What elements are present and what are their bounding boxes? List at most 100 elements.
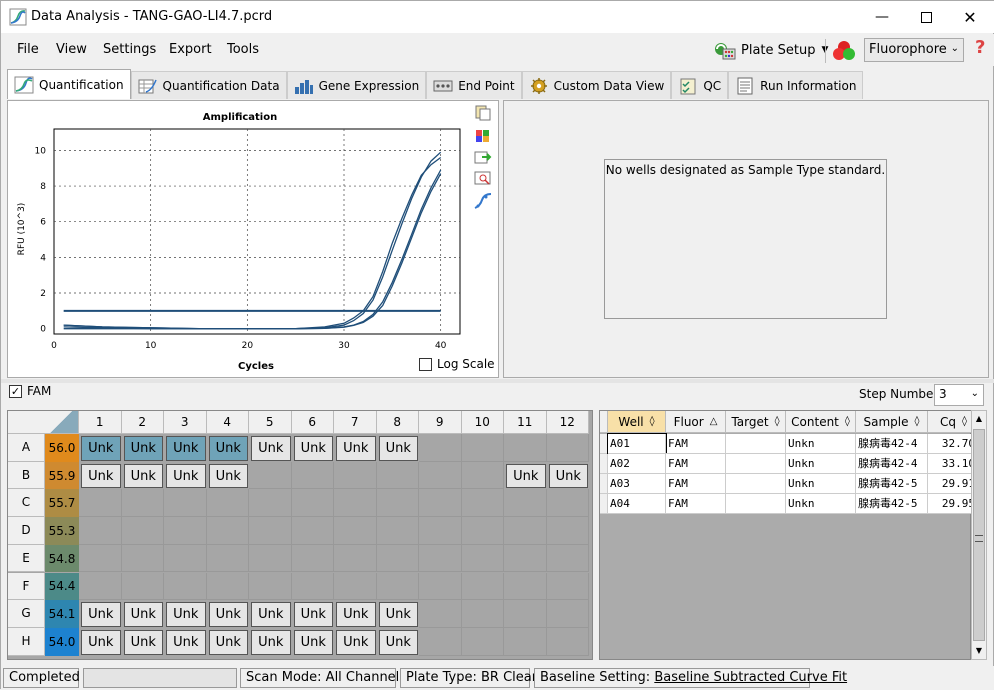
menu-settings[interactable]: Settings — [103, 42, 156, 57]
plate-row-header[interactable]: A — [8, 434, 45, 462]
plate-well-empty[interactable] — [79, 544, 122, 573]
plate-well-empty[interactable] — [291, 461, 334, 490]
plate-well-empty[interactable] — [461, 489, 504, 518]
tab-quantification-data[interactable]: Quantification Data — [130, 71, 287, 99]
fam-filter[interactable]: ✓ FAM — [9, 384, 51, 398]
plate-well-empty[interactable] — [249, 489, 292, 518]
plate-well-empty[interactable] — [249, 461, 292, 490]
plate-column-header[interactable]: 12 — [546, 411, 589, 434]
plate-row-header[interactable]: C — [8, 489, 45, 518]
plate-well-empty[interactable] — [376, 461, 419, 490]
menu-tools[interactable]: Tools — [227, 42, 259, 57]
table-cell-sample[interactable]: 腺病毒42-5 — [856, 494, 928, 514]
plate-well[interactable]: Unk — [123, 463, 163, 489]
plate-well-empty[interactable] — [121, 517, 164, 545]
plate-row-header[interactable]: F — [8, 572, 45, 601]
step-number-select[interactable]: 3 ⌄ — [934, 384, 984, 406]
plate-well-empty[interactable] — [291, 572, 334, 601]
menu-export[interactable]: Export — [169, 42, 212, 57]
plate-well-empty[interactable] — [249, 572, 292, 601]
plate-well-empty[interactable] — [376, 517, 419, 545]
plate-well-empty[interactable] — [419, 461, 462, 490]
plate-well-empty[interactable] — [461, 517, 504, 545]
log-scale-checkbox[interactable] — [419, 357, 432, 371]
plate-well-empty[interactable] — [419, 517, 462, 545]
plate-well-empty[interactable] — [461, 572, 504, 601]
plate-well[interactable]: Unk — [81, 463, 121, 489]
plate-well[interactable]: Unk — [378, 602, 418, 627]
plate-column-header[interactable]: 10 — [461, 411, 504, 434]
column-header[interactable]: Well ◊ — [608, 411, 666, 433]
plate-well[interactable]: Unk — [208, 602, 248, 627]
plate-row-header[interactable]: H — [8, 627, 45, 656]
fluorophore-select[interactable]: Fluorophore ⌄ — [864, 38, 964, 62]
plate-well-empty[interactable] — [419, 544, 462, 573]
plate-well-empty[interactable] — [504, 434, 547, 462]
plate-well[interactable]: Unk — [208, 629, 248, 655]
table-cell-content[interactable]: Unkn — [786, 494, 856, 514]
plate-well-empty[interactable] — [206, 544, 249, 573]
plate-well-empty[interactable] — [291, 489, 334, 518]
table-cell-well[interactable]: A03 — [608, 474, 666, 494]
table-cell-target[interactable] — [726, 494, 786, 514]
scroll-down-icon[interactable]: ▼ — [972, 643, 986, 659]
plate-well-empty[interactable] — [419, 572, 462, 601]
column-header[interactable]: Fluor △ — [666, 411, 726, 433]
plate-well[interactable]: Unk — [166, 602, 206, 627]
plate-well[interactable]: Unk — [251, 602, 291, 627]
plate-row-header[interactable]: D — [8, 517, 45, 545]
plate-row-header[interactable]: G — [8, 600, 45, 628]
plate-column-header[interactable]: 3 — [164, 411, 207, 434]
plate-well[interactable]: Unk — [81, 602, 121, 627]
close-button[interactable]: ✕ — [947, 1, 993, 33]
table-cell-content[interactable]: Unkn — [786, 454, 856, 474]
table-cell-fluor[interactable]: FAM — [666, 474, 726, 494]
plate-well[interactable]: Unk — [293, 629, 333, 655]
plate-well[interactable]: Unk — [293, 602, 333, 627]
copy-icon[interactable] — [474, 105, 492, 121]
plate-well-empty[interactable] — [504, 544, 547, 573]
menu-file[interactable]: File — [17, 42, 39, 57]
plate-column-header[interactable]: 8 — [376, 411, 419, 434]
plate-well-empty[interactable] — [164, 572, 207, 601]
column-header[interactable]: Sample ◊ — [856, 411, 928, 433]
plate-column-header[interactable]: 11 — [504, 411, 547, 434]
plate-well-empty[interactable] — [546, 434, 589, 462]
plate-well-empty[interactable] — [79, 572, 122, 601]
minimize-button[interactable]: — — [859, 1, 905, 33]
table-cell-content[interactable]: Unkn — [786, 434, 856, 454]
results-scrollbar[interactable]: ▲ ▼ — [971, 410, 987, 660]
plate-well-empty[interactable] — [121, 544, 164, 573]
plate-well[interactable]: Unk — [336, 436, 376, 461]
table-cell-target[interactable] — [726, 474, 786, 494]
plate-corner[interactable] — [8, 411, 79, 434]
plate-well-empty[interactable] — [334, 461, 377, 490]
table-cell-fluor[interactable]: FAM — [666, 454, 726, 474]
menu-view[interactable]: View — [56, 42, 87, 57]
plate-column-header[interactable]: 5 — [249, 411, 292, 434]
plate-well[interactable]: Unk — [166, 436, 206, 461]
plate-well-empty[interactable] — [206, 489, 249, 518]
tab-end-point[interactable]: End Point — [426, 71, 522, 99]
plate-well-empty[interactable] — [546, 627, 589, 656]
plate-column-header[interactable]: 4 — [206, 411, 249, 434]
table-cell-sample[interactable]: 腺病毒42-5 — [856, 474, 928, 494]
table-cell-target[interactable] — [726, 454, 786, 474]
plate-well-empty[interactable] — [546, 572, 589, 601]
chart-color-icon[interactable] — [474, 127, 492, 143]
plate-well-empty[interactable] — [419, 489, 462, 518]
plate-well[interactable]: Unk — [123, 602, 163, 627]
scroll-up-icon[interactable]: ▲ — [972, 411, 986, 427]
traffic-light-icon[interactable] — [831, 38, 857, 62]
table-cell-fluor[interactable]: FAM — [666, 494, 726, 514]
zoom-chart-icon[interactable] — [474, 171, 492, 187]
plate-well-empty[interactable] — [164, 489, 207, 518]
plate-well[interactable]: Unk — [208, 436, 248, 461]
table-row[interactable]: A04 FAM Unkn 腺病毒42-5 29.95 — [600, 494, 980, 514]
plate-well[interactable]: Unk — [293, 436, 333, 461]
tab-custom-data-view[interactable]: Custom Data View — [521, 71, 672, 99]
plate-well-empty[interactable] — [461, 600, 504, 628]
table-cell-well[interactable]: A04 — [608, 494, 666, 514]
plate-well-empty[interactable] — [461, 627, 504, 656]
tab-run-information[interactable]: Run Information — [728, 71, 864, 99]
